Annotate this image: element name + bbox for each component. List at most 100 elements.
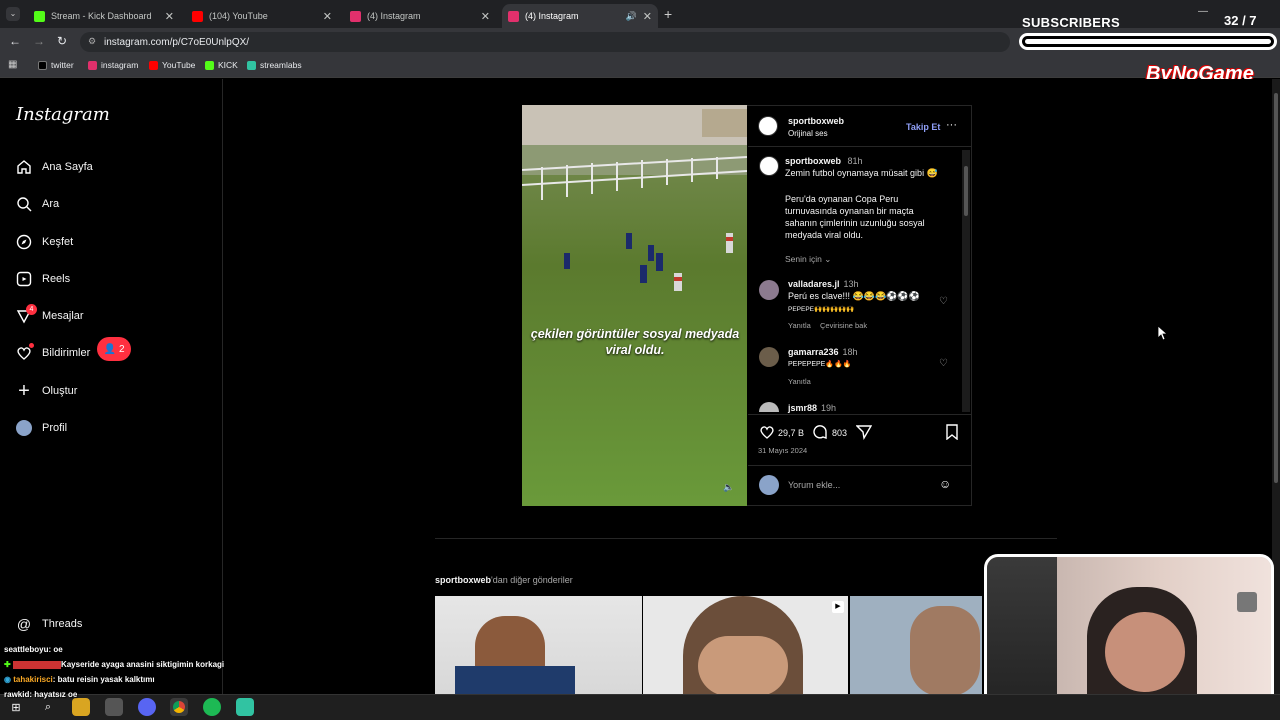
address-bar[interactable]: ⚙ instagram.com/p/C7oE0UnlpQX/ xyxy=(80,32,1010,52)
caption-line1: Zemin futbol oynamaya müsait gibi 😅 xyxy=(785,168,938,178)
spotify-icon[interactable] xyxy=(203,698,221,716)
streamlabs-icon[interactable] xyxy=(236,698,254,716)
post-date: 31 Mayıs 2024 xyxy=(758,446,808,455)
tab-youtube[interactable]: (104) YouTube ✕ xyxy=(186,4,338,28)
close-tab-icon[interactable]: ✕ xyxy=(323,10,332,23)
caption-avatar[interactable] xyxy=(759,156,779,176)
progress-fill xyxy=(1025,39,1271,44)
bookmark-instagram[interactable]: instagram xyxy=(88,60,138,70)
close-tab-icon[interactable]: ✕ xyxy=(481,10,490,23)
search-icon[interactable]: ⌕ xyxy=(39,698,57,716)
comment-header: gamarra236 18h xyxy=(788,347,858,357)
back-icon[interactable]: ← xyxy=(9,34,21,48)
caption-author[interactable]: sportboxweb xyxy=(785,156,841,166)
compass-icon xyxy=(16,234,32,250)
more-options-icon[interactable]: ··· xyxy=(946,119,957,131)
mouse-cursor xyxy=(1157,325,1169,345)
mute-icon[interactable]: 🔈 xyxy=(723,482,734,493)
nav-profile[interactable]: Profil xyxy=(16,416,67,440)
tab-instagram-2-active[interactable]: (4) Instagram 🔊 ✕ xyxy=(502,4,658,28)
site-info-icon[interactable]: ⚙ xyxy=(88,36,96,47)
x-icon xyxy=(38,60,47,70)
windows-start-icon[interactable]: ⊞ xyxy=(7,698,25,716)
nav-explore[interactable]: Keşfet xyxy=(16,230,73,254)
like-comment-icon[interactable]: ♡ xyxy=(939,358,948,369)
close-tab-icon[interactable]: ✕ xyxy=(165,10,174,23)
for-you-toggle[interactable]: Senin için ⌄ xyxy=(785,254,831,265)
instagram-icon xyxy=(350,10,361,22)
more-post-thumbnail[interactable]: ▶ xyxy=(643,596,848,694)
nav-threads[interactable]: @ Threads xyxy=(16,612,82,636)
emoji-icon[interactable]: ☺ xyxy=(939,477,951,491)
notifications-popup-badge[interactable]: 👤 2 xyxy=(97,337,131,361)
caption-time: 81h xyxy=(847,156,863,166)
speaker-icon[interactable]: 🔊 xyxy=(626,11,637,22)
author-name[interactable]: sportboxweb xyxy=(788,116,844,126)
nav-home[interactable]: Ana Sayfa xyxy=(16,155,93,179)
header-divider xyxy=(748,146,972,147)
author-avatar[interactable] xyxy=(758,116,778,136)
instagram-logo[interactable]: Instagram xyxy=(16,104,110,125)
bookmark-streamlabs[interactable]: streamlabs xyxy=(247,60,302,70)
like-icon[interactable] xyxy=(759,424,775,445)
comment-user[interactable]: jsmr88 xyxy=(788,403,817,413)
nav-notifications[interactable]: Bildirimler xyxy=(16,341,90,365)
post-video[interactable] xyxy=(522,105,747,506)
apps-grid-icon[interactable]: ▦ xyxy=(8,59,17,70)
forward-icon[interactable]: → xyxy=(33,34,45,48)
like-comment-icon[interactable]: ♡ xyxy=(939,296,948,307)
youtube-icon xyxy=(149,60,158,70)
comment-user[interactable]: valladares.jl xyxy=(788,279,840,289)
tab-search-button[interactable]: ⌄ xyxy=(6,7,20,21)
comment-box-divider xyxy=(748,465,972,466)
bookmark-kick[interactable]: KICK xyxy=(205,60,238,70)
like-count[interactable]: 29,7 B xyxy=(778,428,804,438)
comment-header: jsmr88 19h xyxy=(788,403,836,413)
chat-message: ✚ Kayseride ayaga anasini siktigimin kor… xyxy=(4,660,225,669)
messages-badge: 4 xyxy=(26,304,37,315)
file-explorer-icon[interactable] xyxy=(72,698,90,716)
reply-link[interactable]: Yanıtla xyxy=(788,321,811,330)
page-scroll-thumb[interactable] xyxy=(1274,93,1278,483)
chat-message: ◉ tahakirisci: batu reisin yasak kalktım… xyxy=(4,675,155,684)
subscribers-label: SUBSCRIBERS xyxy=(1022,15,1120,30)
nav-create[interactable]: + Oluştur xyxy=(16,379,77,403)
reply-link[interactable]: Yanıtla xyxy=(788,377,811,386)
follow-button[interactable]: Takip Et xyxy=(906,122,940,132)
comment-avatar[interactable] xyxy=(759,347,779,367)
bookmark-twitter[interactable]: twitter xyxy=(38,60,74,70)
comment-avatar[interactable] xyxy=(759,280,779,300)
streamlabs-icon xyxy=(247,60,256,70)
chrome-icon[interactable] xyxy=(170,698,188,716)
see-translation-link[interactable]: Çevirisine bak xyxy=(820,321,867,330)
comment-input[interactable]: Yorum ekle... xyxy=(788,480,840,490)
tab-kick-dashboard[interactable]: Stream - Kick Dashboard ✕ xyxy=(28,4,180,28)
chevron-down-icon: ⌄ xyxy=(824,254,832,264)
reload-icon[interactable]: ↻ xyxy=(57,34,67,48)
tab-instagram-1[interactable]: (4) Instagram ✕ xyxy=(344,4,496,28)
minimize-icon[interactable]: — xyxy=(1198,6,1208,17)
nav-reels[interactable]: Reels xyxy=(16,267,70,291)
discord-icon[interactable] xyxy=(138,698,156,716)
instagram-icon xyxy=(508,10,519,22)
comment-count[interactable]: 803 xyxy=(832,428,847,438)
scroll-thumb[interactable] xyxy=(964,166,968,216)
audio-label[interactable]: Orijinal ses xyxy=(788,129,828,138)
more-post-thumbnail[interactable] xyxy=(435,596,642,694)
close-tab-icon[interactable]: ✕ xyxy=(643,10,652,23)
app-icon[interactable] xyxy=(105,698,123,716)
new-tab-button[interactable]: + xyxy=(664,6,672,22)
reel-icon: ▶ xyxy=(832,601,844,613)
bookmark-icon[interactable] xyxy=(945,424,959,445)
comment-user[interactable]: gamarra236 xyxy=(788,347,839,357)
more-post-thumbnail[interactable] xyxy=(850,596,982,694)
comment-icon[interactable] xyxy=(812,424,828,445)
plus-icon: + xyxy=(18,379,30,402)
comment-time: 13h xyxy=(843,279,859,289)
more-posts-title: sportboxweb'dan diğer gönderiler xyxy=(435,575,573,585)
share-icon[interactable] xyxy=(855,424,873,445)
comments-scrollbar[interactable] xyxy=(962,150,970,412)
nav-search[interactable]: Ara xyxy=(16,192,59,216)
my-avatar xyxy=(759,475,779,495)
bookmark-youtube[interactable]: YouTube xyxy=(149,60,195,70)
